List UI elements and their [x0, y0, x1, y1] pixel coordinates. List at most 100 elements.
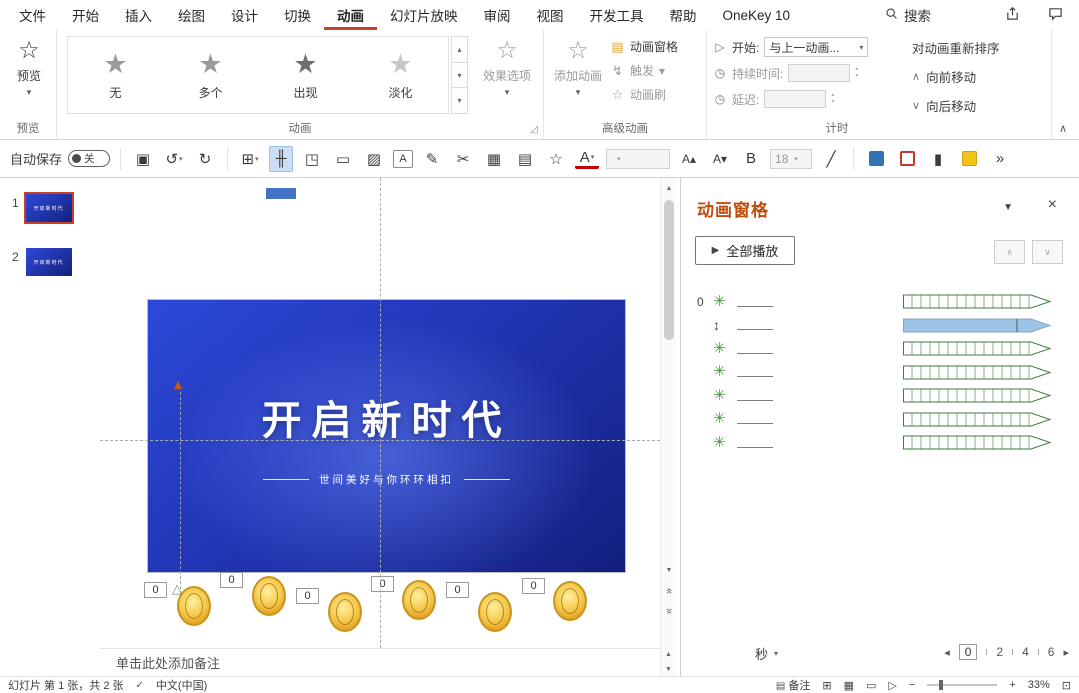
delay-spinner[interactable]: ▴▾: [831, 92, 834, 106]
collapse-ribbon-icon[interactable]: ∧: [1059, 122, 1067, 135]
notes-button[interactable]: ▤ 备注: [776, 677, 811, 693]
add-animation-button[interactable]: ☆ 添加动画 ▾: [550, 38, 606, 98]
animation-order-badge[interactable]: 0: [220, 572, 243, 588]
animation-pane-button[interactable]: ▤ 动画窗格: [610, 38, 704, 55]
ink-pen-icon[interactable]: ✎: [420, 146, 444, 172]
gallery-item-none[interactable]: ★ 无: [68, 37, 163, 113]
notes-area[interactable]: 单击此处添加备注: [100, 648, 660, 676]
align-center-icon[interactable]: ╫: [269, 146, 293, 172]
gallery-scroll-up[interactable]: ▴: [451, 36, 468, 63]
present-screen-icon[interactable]: ▭: [331, 146, 355, 172]
slide-editing-canvas[interactable]: 开启新时代 世间美好与你环环相扣 ▲ △ 0 0 0 0 0 0: [100, 178, 660, 648]
slide-sorter-view-icon[interactable]: ▦: [844, 679, 854, 692]
tab-view[interactable]: 视图: [524, 0, 577, 30]
group-objects-icon[interactable]: ▦: [482, 146, 506, 172]
notes-scrollbar[interactable]: ▲ ▼: [660, 648, 676, 676]
tab-slideshow[interactable]: 幻灯片放映: [377, 0, 471, 30]
animation-order-badge[interactable]: 0: [522, 578, 545, 594]
timeline-right-arrow-icon[interactable]: ▸: [1063, 646, 1069, 659]
slide-thumbnail-1[interactable]: 开启新时代: [26, 194, 72, 222]
tab-help[interactable]: 帮助: [657, 0, 710, 30]
tab-animations[interactable]: 动画: [324, 0, 377, 30]
share-icon[interactable]: [1005, 6, 1020, 24]
preview-button[interactable]: ☆ 预览 ▾: [8, 38, 50, 98]
motion-path-end-marker[interactable]: △: [172, 582, 182, 595]
effect-options-button[interactable]: ☆ 效果选项 ▾: [475, 38, 539, 98]
tab-home[interactable]: 开始: [59, 0, 112, 30]
timeline-bar[interactable]: [903, 361, 1055, 385]
coin-shape[interactable]: [328, 592, 362, 632]
animation-item-row[interactable]: ✳: [697, 337, 887, 361]
timeline-position-box[interactable]: 0: [959, 644, 978, 660]
tab-file[interactable]: 文件: [6, 0, 59, 30]
font-name-combo[interactable]: ▾: [606, 149, 670, 169]
animation-painter-button[interactable]: ☆ 动画刷: [610, 86, 704, 103]
tab-insert[interactable]: 插入: [112, 0, 165, 30]
timeline-bar[interactable]: [903, 384, 1055, 408]
draw-line-icon[interactable]: ╱: [819, 146, 843, 172]
timeline-bar[interactable]: [903, 408, 1055, 432]
tab-developer[interactable]: 开发工具: [577, 0, 657, 30]
highlight-color-swatch[interactable]: [957, 146, 981, 172]
gallery-item-fade[interactable]: ★ 淡化: [353, 37, 448, 113]
slideshow-view-icon[interactable]: ▷: [888, 679, 896, 692]
move-down-button[interactable]: ∨: [1032, 240, 1063, 264]
reading-view-icon[interactable]: ▭: [866, 679, 876, 692]
slide-title-text[interactable]: 开启新时代: [262, 388, 512, 446]
duration-spinner[interactable]: ▴▾: [855, 66, 858, 80]
more-commands-icon[interactable]: »: [988, 146, 1012, 172]
selected-shape-f ragment[interactable]: [266, 188, 296, 199]
timeline-left-arrow-icon[interactable]: ◂: [944, 646, 950, 659]
animation-item-row[interactable]: ✳: [697, 408, 887, 432]
scroll-down-icon[interactable]: ▼: [665, 666, 672, 673]
coin-shape[interactable]: [478, 592, 512, 632]
arrange-objects-icon[interactable]: ▤: [513, 146, 537, 172]
animation-item-row[interactable]: 0 ✳: [697, 290, 887, 314]
move-up-button[interactable]: ∧: [994, 240, 1025, 264]
font-size-combo[interactable]: 18▾: [770, 149, 812, 169]
zoom-slider[interactable]: [927, 684, 997, 686]
animation-item-row[interactable]: ↕: [697, 314, 887, 338]
comments-icon[interactable]: [1048, 6, 1063, 24]
gallery-item-multiple[interactable]: ★ 多个: [163, 37, 258, 113]
slide-subtitle-text[interactable]: 世间美好与你环环相扣: [263, 472, 510, 487]
tab-review[interactable]: 审阅: [471, 0, 524, 30]
scrollbar-thumb[interactable]: [664, 200, 674, 340]
motion-path-line[interactable]: [180, 392, 181, 594]
zoom-in-icon[interactable]: +: [1009, 679, 1015, 691]
gallery-scroll-down[interactable]: ▾: [451, 63, 468, 89]
timeline-bar[interactable]: [903, 337, 1055, 361]
delay-field[interactable]: [764, 90, 826, 108]
gallery-more-button[interactable]: ▾: [451, 88, 468, 114]
slide-thumbnail-2[interactable]: 开启新时代: [26, 248, 72, 276]
normal-view-icon[interactable]: ⊞: [822, 679, 831, 692]
animation-item-row[interactable]: ✳: [697, 384, 887, 408]
text-box-icon[interactable]: A: [393, 150, 413, 168]
grow-font-icon[interactable]: A▴: [677, 146, 701, 172]
bold-icon[interactable]: B: [739, 146, 763, 172]
zoom-slider-thumb[interactable]: [939, 680, 943, 690]
coin-shape[interactable]: [402, 580, 436, 620]
duration-field[interactable]: [788, 64, 850, 82]
format-painter-icon[interactable]: ◳: [300, 146, 324, 172]
animation-order-badge[interactable]: 0: [144, 582, 167, 598]
slide-layout-icon[interactable]: ⊞▾: [238, 146, 262, 172]
motion-path-start-marker[interactable]: ▲: [171, 377, 185, 391]
slide[interactable]: 开启新时代 世间美好与你环环相扣: [148, 300, 625, 572]
shape-fill-swatch[interactable]: [864, 146, 888, 172]
animation-item-row[interactable]: ✳: [697, 431, 887, 455]
timeline-scale[interactable]: ◂ 0 2 4 6 ▸: [944, 644, 1069, 660]
animation-order-badge[interactable]: 0: [296, 588, 319, 604]
search-box[interactable]: 搜索: [875, 0, 941, 30]
shape-outline-swatch[interactable]: [895, 146, 919, 172]
start-dropdown[interactable]: 与上一动画... ▾: [764, 37, 868, 57]
move-later-button[interactable]: ∨ 向后移动: [912, 96, 1048, 115]
effects-star-icon[interactable]: ☆: [544, 146, 568, 172]
animation-order-badge[interactable]: 0: [371, 576, 394, 592]
animation-order-badge[interactable]: 0: [446, 582, 469, 598]
tab-design[interactable]: 设计: [218, 0, 271, 30]
play-all-button[interactable]: ▶ 全部播放: [695, 236, 795, 265]
dialog-launcher-icon[interactable]: ◿: [530, 125, 538, 135]
timeline-bar[interactable]: [903, 290, 1055, 314]
zoom-level[interactable]: 33%: [1028, 679, 1050, 691]
